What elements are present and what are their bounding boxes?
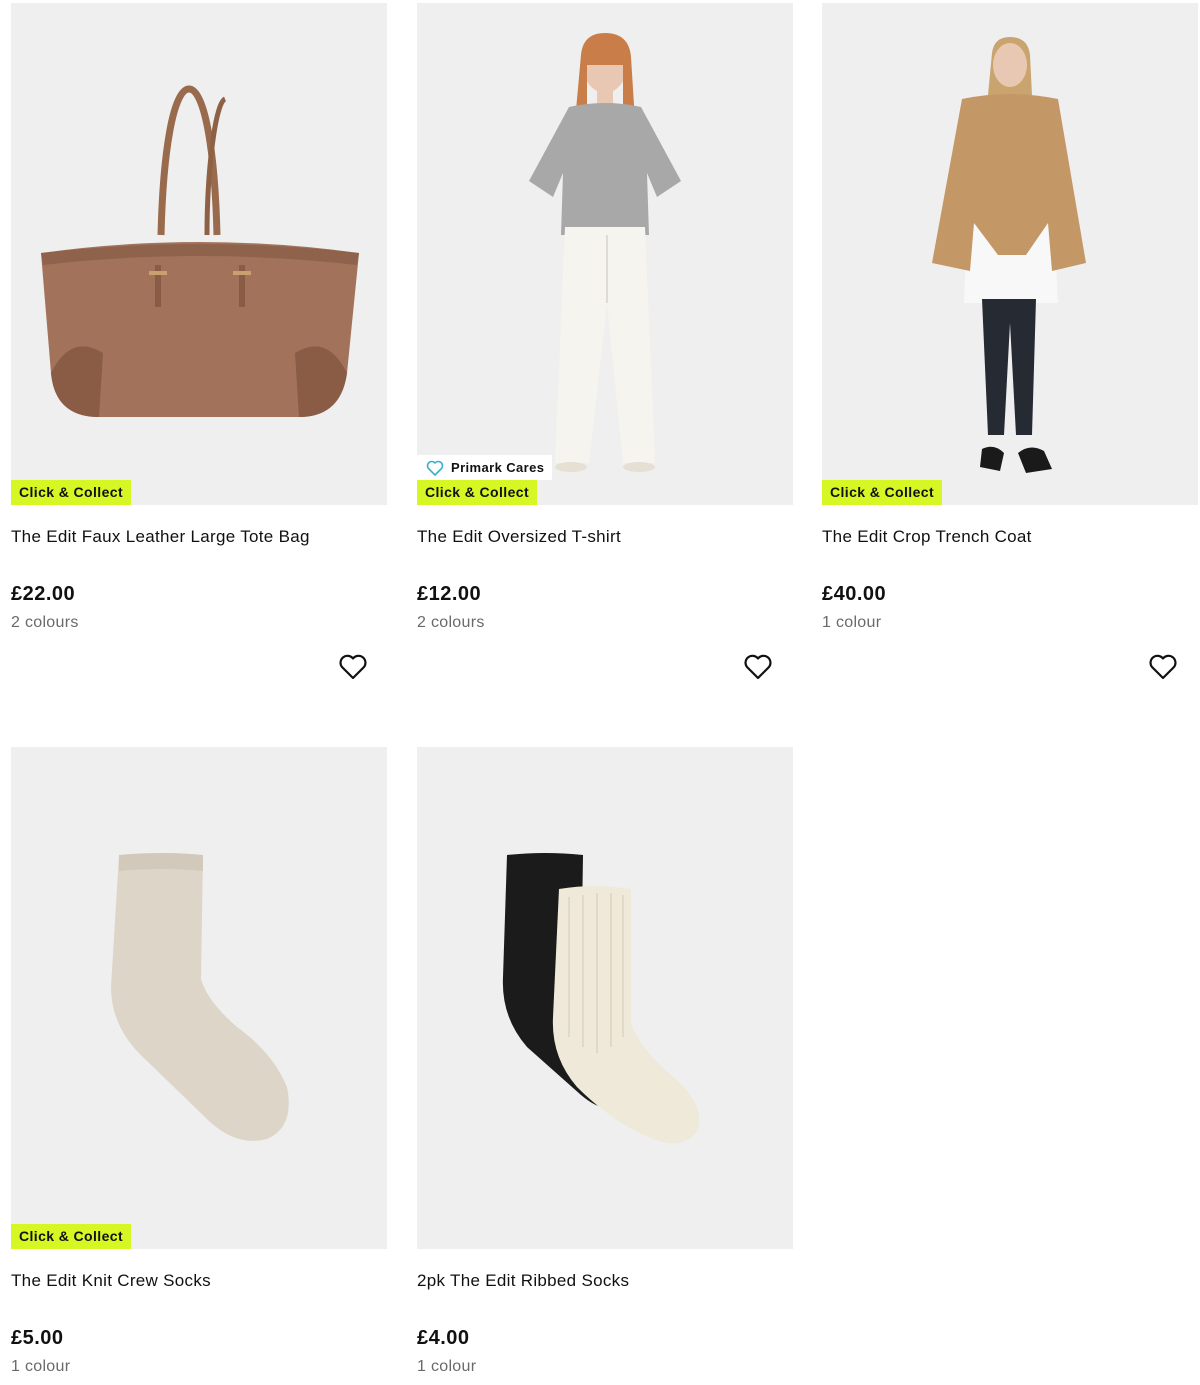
trench-coat-model-image [932, 37, 1086, 473]
knit-socks-image [111, 853, 289, 1141]
primark-cares-label: Primark Cares [451, 460, 545, 475]
ribbed-socks-image [502, 853, 700, 1144]
tote-bag-image [41, 85, 359, 417]
click-and-collect-badge: Click & Collect [822, 480, 943, 505]
click-and-collect-badge: Click & Collect [11, 1224, 132, 1249]
product-title[interactable]: The Edit Oversized T-shirt [417, 527, 793, 549]
product-title[interactable]: The Edit Crop Trench Coat [822, 527, 1198, 549]
click-and-collect-badge: Click & Collect [11, 480, 132, 505]
product-image-link[interactable]: Click & Collect [822, 3, 1198, 505]
product-price: £5.00 [11, 1327, 64, 1349]
product-price: £22.00 [11, 583, 76, 605]
product-card: Click & Collect The Edit Crop Trench Coa… [822, 3, 1198, 680]
product-image-link[interactable]: Click & Collect [11, 747, 387, 1249]
tshirt-model-image [529, 33, 681, 472]
product-colours: 1 colour [822, 614, 882, 631]
click-and-collect-badge: Click & Collect [417, 480, 538, 505]
product-image-link[interactable]: Primark Cares Click & Collect [417, 3, 793, 505]
product-card: Click & Collect The Edit Faux Leather La… [11, 3, 387, 680]
product-colours: 1 colour [417, 1358, 477, 1375]
product-colours: 2 colours [11, 614, 79, 631]
heart-outline-icon[interactable] [337, 651, 369, 683]
product-colours: 2 colours [417, 614, 485, 631]
heart-outline-icon [426, 460, 444, 476]
heart-outline-icon[interactable] [1147, 651, 1179, 683]
product-image-link[interactable] [417, 747, 793, 1249]
product-card: 2pk The Edit Ribbed Socks £4.00 1 colour [417, 747, 793, 1376]
product-card: Click & Collect The Edit Knit Crew Socks… [11, 747, 387, 1376]
product-title[interactable]: 2pk The Edit Ribbed Socks [417, 1271, 793, 1293]
product-title[interactable]: The Edit Faux Leather Large Tote Bag [11, 527, 387, 549]
product-price: £12.00 [417, 583, 482, 605]
product-card: Primark Cares Click & Collect The Edit O… [417, 3, 793, 680]
product-title[interactable]: The Edit Knit Crew Socks [11, 1271, 387, 1293]
product-colours: 1 colour [11, 1358, 71, 1375]
product-image-link[interactable]: Click & Collect [11, 3, 387, 505]
product-price: £40.00 [822, 583, 887, 605]
heart-outline-icon[interactable] [742, 651, 774, 683]
primark-cares-badge: Primark Cares [417, 455, 553, 480]
product-price: £4.00 [417, 1327, 470, 1349]
